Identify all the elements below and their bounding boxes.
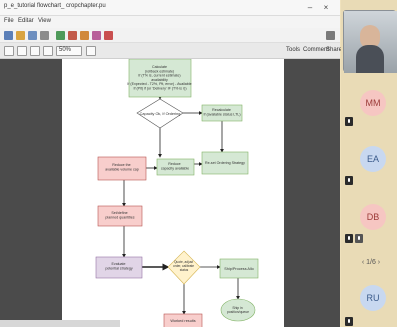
expand-icon[interactable] bbox=[326, 31, 335, 40]
settings-icon[interactable] bbox=[68, 31, 77, 40]
select-tool-button[interactable] bbox=[17, 46, 27, 56]
pdf-viewer-window: p_e_tutorial flowchart_ cropchapter.pu –… bbox=[0, 0, 342, 327]
avatar: MM bbox=[360, 90, 386, 116]
avatar: EA bbox=[360, 146, 386, 172]
participant-body bbox=[356, 45, 384, 73]
reset-ordering-text: Re-set Ordering Strategy bbox=[205, 161, 245, 165]
status-bar bbox=[0, 320, 120, 327]
navigation-toolbar: 50% Tools Comment Share bbox=[0, 43, 342, 59]
main-toolbar bbox=[0, 28, 340, 43]
muted-mic-icon bbox=[345, 117, 353, 126]
hand-tool-button[interactable] bbox=[4, 46, 14, 56]
participant-video-tile[interactable] bbox=[343, 10, 397, 73]
menu-item-file[interactable]: File bbox=[4, 18, 14, 24]
pdf-page: Calculate (rollback estimate) If (T% is,… bbox=[62, 59, 284, 327]
delete-icon[interactable] bbox=[104, 31, 113, 40]
muted-mic-icon bbox=[345, 234, 353, 243]
participant-tile-ru[interactable]: RU bbox=[343, 277, 396, 327]
zoom-level: 50% bbox=[59, 47, 72, 53]
worked-results-text: Worked results bbox=[170, 319, 195, 323]
participant-pager[interactable]: ‹ 1/6 › bbox=[351, 257, 391, 269]
share-tab[interactable]: Share bbox=[326, 47, 342, 53]
menu-item-edit[interactable]: Editar bbox=[18, 18, 34, 24]
avatar: DB bbox=[360, 204, 386, 230]
muted-mic-icon bbox=[345, 317, 353, 326]
decision-capacity-label: Capacity Ok, If Ordering bbox=[140, 112, 181, 116]
window-title: p_e_tutorial flowchart_ cropchapter.pu bbox=[4, 3, 106, 9]
muted-mic-icon bbox=[345, 176, 353, 185]
participant-panel: MM EA DB RU bbox=[341, 0, 397, 327]
pager-label: 1/6 bbox=[366, 259, 376, 266]
share-icon[interactable] bbox=[56, 31, 65, 40]
pager-next-icon[interactable]: › bbox=[376, 259, 380, 266]
screen: p_e_tutorial flowchart_ cropchapter.pu –… bbox=[0, 0, 397, 327]
document-canvas[interactable]: Calculate (rollback estimate) If (T% is,… bbox=[0, 59, 340, 327]
zoom-in-button[interactable] bbox=[43, 46, 53, 56]
ship-process-text: Ship/Process Allo bbox=[224, 267, 254, 271]
close-icon[interactable]: × bbox=[320, 2, 332, 13]
menu-item-view[interactable]: View bbox=[38, 18, 51, 24]
mark-icon[interactable] bbox=[92, 31, 101, 40]
fit-page-button[interactable] bbox=[86, 46, 96, 56]
title-bar: p_e_tutorial flowchart_ cropchapter.pu –… bbox=[0, 0, 340, 16]
folder-icon[interactable] bbox=[16, 31, 25, 40]
flowchart-diagram: Calculate (rollback estimate) If (T% is,… bbox=[95, 59, 259, 327]
participant-tile-ea[interactable]: EA bbox=[343, 138, 396, 190]
tools-icon[interactable] bbox=[80, 31, 89, 40]
avatar: RU bbox=[360, 285, 386, 311]
save-icon[interactable] bbox=[28, 31, 37, 40]
camera-off-icon bbox=[355, 234, 363, 243]
print-icon[interactable] bbox=[40, 31, 49, 40]
participant-tile-db[interactable]: DB bbox=[343, 198, 396, 250]
tools-tab[interactable]: Tools bbox=[286, 47, 300, 53]
minimize-icon[interactable]: – bbox=[304, 2, 316, 13]
participant-tile-mm[interactable]: MM bbox=[343, 78, 396, 138]
open-icon[interactable] bbox=[4, 31, 13, 40]
zoom-out-button[interactable] bbox=[30, 46, 40, 56]
menu-bar: File Editar View bbox=[0, 16, 340, 28]
